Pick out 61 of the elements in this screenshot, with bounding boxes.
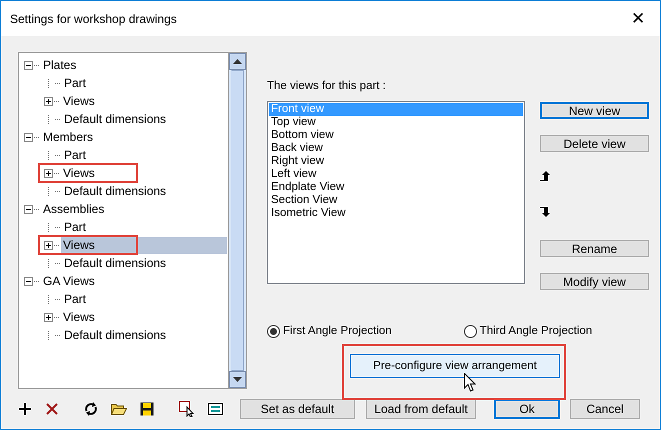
tree-item[interactable]: Part (62, 74, 88, 92)
select-icon[interactable] (179, 401, 195, 417)
list-item[interactable]: Isometric View (269, 207, 523, 220)
view-button[interactable]: Modify view (540, 273, 649, 290)
expander-icon[interactable] (44, 240, 53, 250)
tree-item[interactable]: Plates (41, 56, 78, 74)
expander-icon[interactable] (44, 312, 53, 322)
folder-icon[interactable] (111, 402, 127, 416)
expander-icon[interactable] (24, 60, 33, 70)
tree-item[interactable]: Part (62, 146, 88, 164)
tree-item[interactable]: Part (62, 290, 88, 308)
tree-item[interactable]: Members (41, 128, 96, 146)
tree-item[interactable]: Default dimensions (62, 182, 168, 200)
list-item[interactable]: Section View (269, 194, 523, 207)
expander-icon[interactable] (24, 132, 33, 142)
cursor-icon (464, 373, 476, 392)
tree-item[interactable]: Default dimensions (62, 326, 168, 344)
expander-icon[interactable] (44, 168, 53, 178)
view-button[interactable]: Rename (540, 240, 649, 257)
dialog-button[interactable]: Ok (494, 399, 560, 419)
move-down-icon[interactable] (540, 207, 551, 217)
scroll-down-icon[interactable] (229, 371, 246, 388)
list-item[interactable]: Bottom view (269, 129, 523, 142)
list-item[interactable]: Top view (269, 116, 523, 129)
views-label: The views for this part : (267, 79, 387, 93)
delete-icon[interactable] (45, 402, 59, 416)
comment-icon[interactable] (208, 403, 223, 415)
tree-item[interactable]: Views (61, 236, 227, 254)
tree-item[interactable]: Views (61, 92, 97, 110)
window-title: Settings for workshop drawings (10, 12, 177, 26)
view-button[interactable]: New view (540, 102, 649, 119)
expander-icon[interactable] (44, 96, 53, 106)
list-item[interactable]: Endplate View (269, 181, 523, 194)
tree-item[interactable]: Assemblies (41, 200, 106, 218)
save-icon[interactable] (140, 402, 154, 416)
radio-label[interactable]: Third Angle Projection (480, 325, 592, 337)
tree-item[interactable]: Default dimensions (62, 110, 168, 128)
radio-button[interactable] (267, 324, 280, 338)
list-item[interactable]: Right view (269, 155, 523, 168)
scroll-up-icon[interactable] (229, 53, 246, 70)
dialog-button[interactable]: Load from default (366, 399, 476, 419)
view-button[interactable]: Delete view (540, 135, 649, 152)
dialog-button[interactable]: Set as default (240, 399, 355, 419)
tree-item[interactable]: GA Views (41, 272, 97, 290)
tree-item[interactable]: Part (62, 218, 88, 236)
dialog-button[interactable]: Cancel (570, 399, 640, 419)
scrollbar[interactable] (228, 53, 246, 388)
list-item[interactable]: Back view (269, 142, 523, 155)
list-item[interactable]: Left view (269, 168, 523, 181)
tree-item[interactable]: Views (61, 164, 97, 182)
radio-label[interactable]: First Angle Projection (283, 325, 392, 337)
tree-item[interactable]: Views (61, 308, 97, 326)
move-up-icon[interactable] (540, 171, 551, 181)
radio-button[interactable] (464, 324, 477, 338)
refresh-icon[interactable] (84, 402, 98, 416)
tree-item[interactable]: Default dimensions (62, 254, 168, 272)
preconfigure-button[interactable]: Pre-configure view arrangement (350, 354, 560, 378)
add-icon[interactable] (18, 402, 32, 416)
expander-icon[interactable] (24, 204, 33, 214)
close-button[interactable]: ✕ (616, 1, 660, 36)
expander-icon[interactable] (24, 276, 33, 286)
